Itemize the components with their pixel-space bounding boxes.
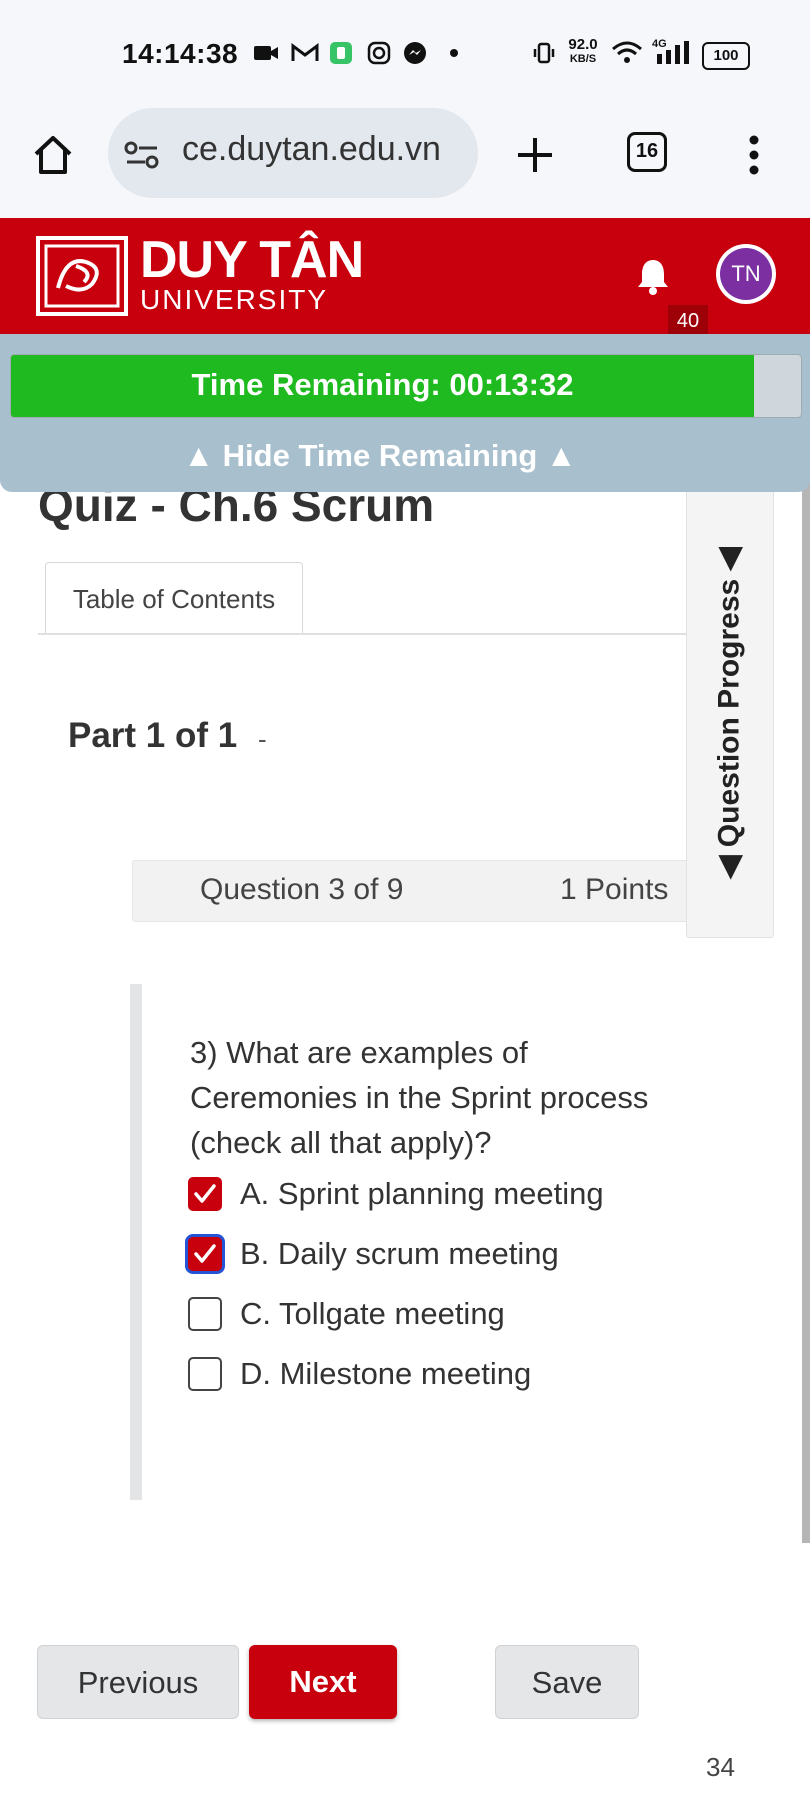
battery-indicator: 100 (702, 42, 750, 70)
part-title: Part 1 of 1 (68, 716, 238, 755)
option-label: C. Tollgate meeting (240, 1296, 505, 1331)
checkbox-c[interactable] (188, 1297, 222, 1331)
university-logo-icon[interactable] (36, 236, 128, 316)
option-a[interactable]: A. Sprint planning meeting (188, 1174, 604, 1214)
more-menu-icon[interactable] (744, 132, 764, 178)
next-button[interactable]: Next (249, 1645, 397, 1719)
option-label: A. Sprint planning meeting (240, 1176, 604, 1211)
option-b[interactable]: B. Daily scrum meeting (188, 1234, 559, 1274)
messenger-icon (402, 40, 428, 66)
dot-icon (448, 40, 460, 66)
checkbox-d[interactable] (188, 1357, 222, 1391)
question-number: Question 3 of 9 (200, 873, 404, 906)
scrollbar[interactable] (802, 480, 810, 1543)
site-settings-icon[interactable] (124, 140, 160, 170)
bell-icon[interactable] (634, 256, 672, 296)
status-time: 14:14:38 (122, 38, 239, 69)
time-remaining: Time Remaining: 00:13:32 (191, 367, 574, 402)
option-label: D. Milestone meeting (240, 1356, 532, 1391)
previous-button[interactable]: Previous (37, 1645, 239, 1719)
checkmark-icon (194, 1244, 216, 1263)
wifi-icon (610, 40, 644, 66)
url-text: ce.duytan.edu.vn (182, 130, 441, 168)
question-points: 1 Points (560, 873, 669, 906)
signal-icon: 4G (650, 38, 690, 66)
brand-name: DUY TÂN (140, 231, 364, 289)
video-icon (252, 40, 280, 66)
save-button[interactable]: Save (495, 1645, 639, 1719)
brand-subtitle: UNIVERSITY (140, 284, 329, 315)
notification-badge: 40 (668, 305, 708, 337)
net-speed: 92.0 KB/S (568, 36, 598, 65)
option-c[interactable]: C. Tollgate meeting (188, 1294, 505, 1334)
option-label: B. Daily scrum meeting (240, 1236, 559, 1271)
instagram-icon (366, 40, 392, 66)
avatar[interactable]: TN (716, 244, 776, 304)
tab-switcher-button[interactable]: 16 (627, 132, 667, 172)
checkbox-b[interactable] (188, 1237, 222, 1271)
tab-table-of-contents[interactable]: Table of Contents (45, 562, 303, 635)
app-icon (328, 40, 354, 66)
part-suffix: - (258, 724, 267, 754)
home-icon[interactable] (30, 132, 76, 178)
option-d[interactable]: D. Milestone meeting (188, 1354, 531, 1394)
checkbox-a[interactable] (188, 1177, 222, 1211)
checkmark-icon (194, 1184, 216, 1203)
hide-time-remaining-toggle[interactable]: ▲ Hide Time Remaining ▲ (0, 438, 760, 474)
page-number: 34 (706, 1752, 735, 1782)
new-tab-icon[interactable] (512, 132, 558, 178)
question-border (130, 984, 142, 1500)
gmail-icon (290, 40, 320, 66)
question-progress-label[interactable]: ◀ Question Progress ◀ (712, 547, 747, 878)
tab-divider (38, 633, 686, 635)
question-text: 3) What are examples of Ceremonies in th… (190, 1035, 649, 1160)
vibrate-icon (532, 40, 556, 66)
